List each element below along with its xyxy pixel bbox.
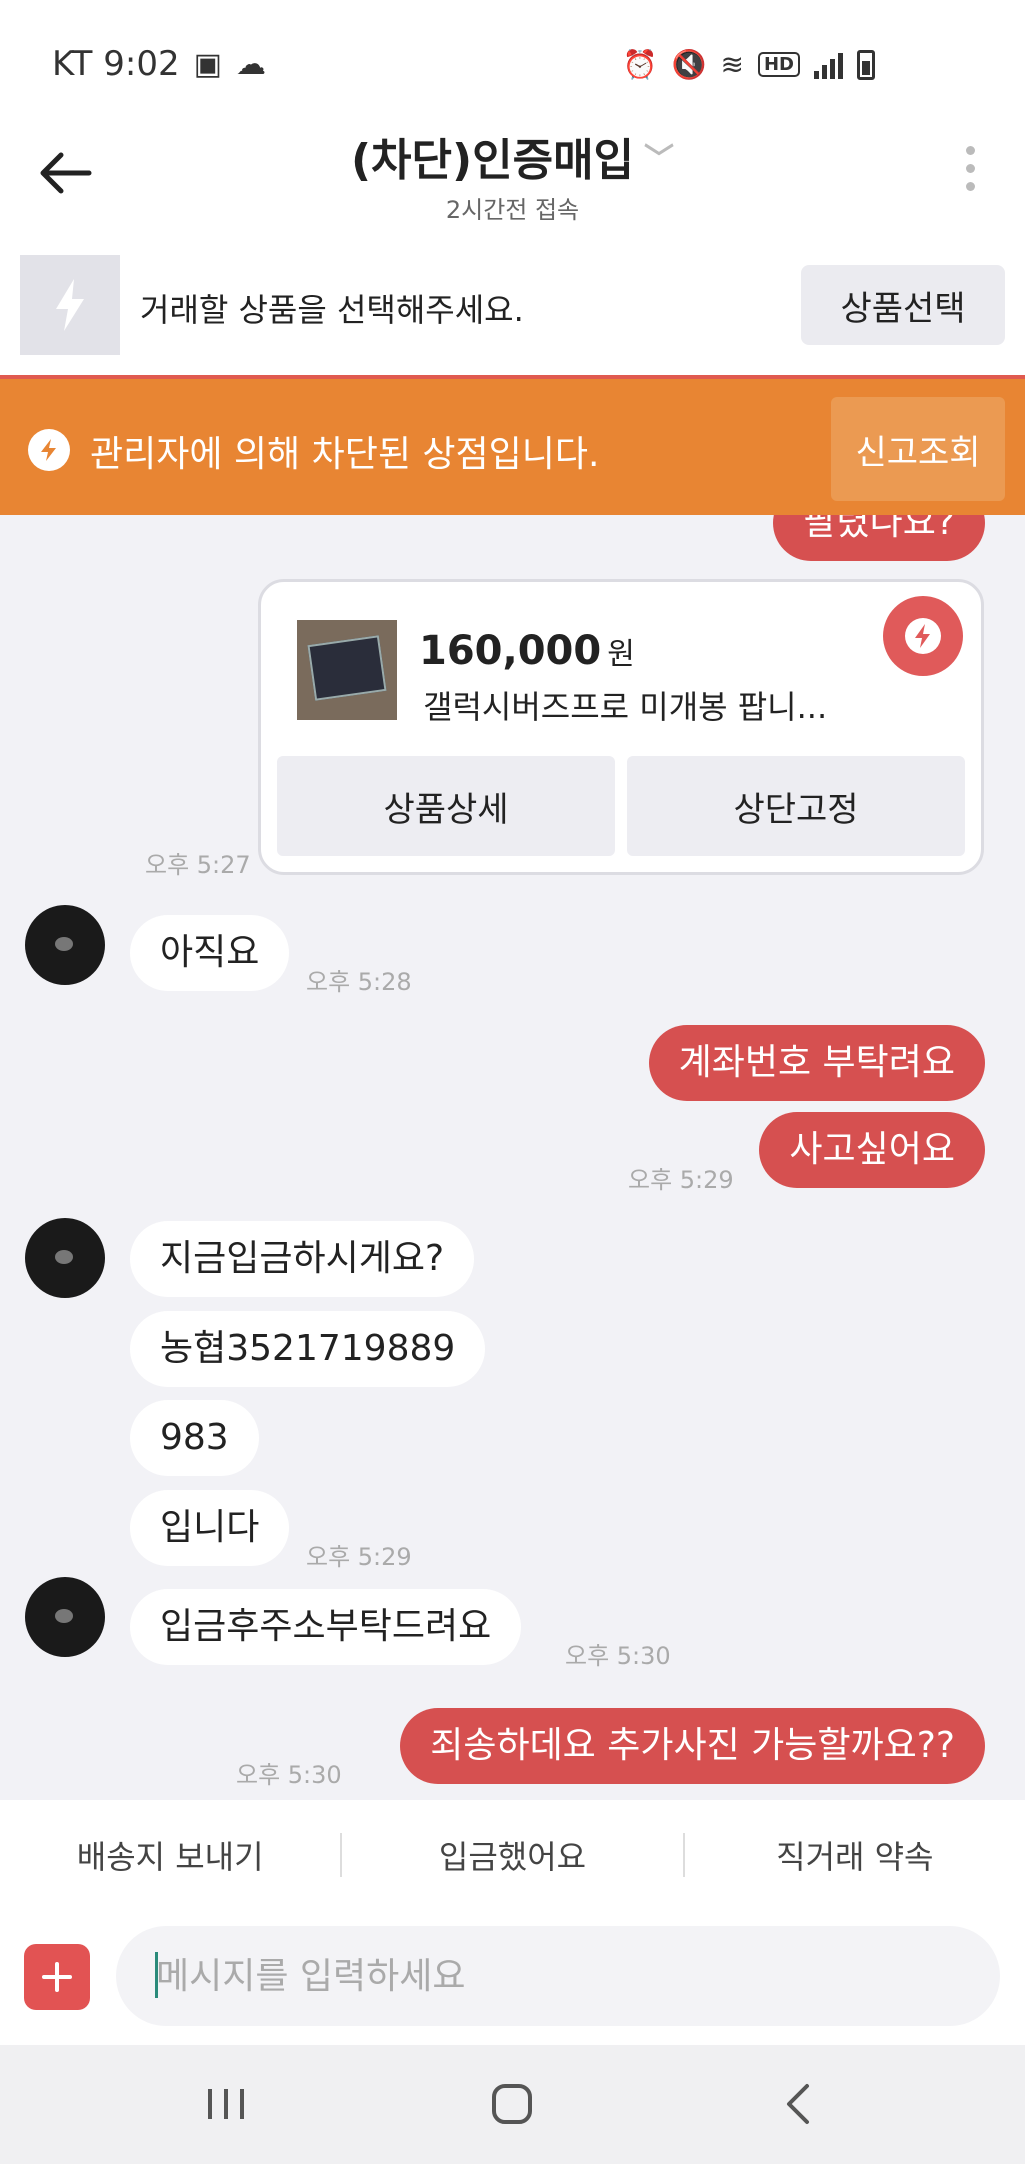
warning-bolt-icon [28, 429, 70, 471]
message-bubble: 사고싶어요 [759, 1112, 985, 1188]
battery-icon [857, 49, 875, 80]
select-product-button[interactable]: 상품선택 [801, 265, 1005, 345]
message-bubble: 아직요 [130, 915, 290, 991]
quick-meetup-button[interactable]: 직거래 약속 [685, 1832, 1025, 1878]
shop-title-dropdown[interactable]: (차단)인증매입 ﹀ [351, 124, 674, 188]
product-thumbnail [297, 620, 397, 720]
gallery-icon: ▣ [193, 46, 222, 82]
message-time: 오후 5:30 [565, 1642, 671, 1670]
chat-messages[interactable]: 팔렸나요? 160,000 원 갤럭시버즈프로 미개봉 팝니... 상품상세 상단… [0, 515, 1025, 1800]
message-composer [0, 1910, 1025, 2045]
wifi-icon: ≋ [720, 48, 744, 81]
alarm-icon: ⏰ [622, 48, 658, 81]
message-bubble: 계좌번호 부탁려요 [648, 1025, 985, 1101]
message-input[interactable] [116, 1926, 1000, 2026]
message-bubble: 지금입금하시게요? [130, 1221, 475, 1297]
plus-icon [42, 1962, 72, 1992]
message-time: 오후 5:28 [306, 968, 412, 996]
recent-apps-button[interactable] [176, 2069, 276, 2139]
quick-send-address-button[interactable]: 배송지 보내기 [0, 1832, 340, 1878]
nav-back-icon [787, 2084, 809, 2124]
message-bubble: 입니다 [130, 1490, 290, 1566]
avatar[interactable] [25, 1577, 105, 1657]
message-bubble: 농협3521719889 [130, 1311, 486, 1387]
text-caret [155, 1952, 158, 1998]
quick-reply-bar: 배송지 보내기 입금했어요 직거래 약속 [0, 1800, 1025, 1910]
report-history-button[interactable]: 신고조회 [831, 397, 1005, 501]
avatar[interactable] [25, 905, 105, 985]
message-bubble: 983 [130, 1400, 259, 1476]
recent-apps-icon [208, 2089, 244, 2119]
page-title: (차단)인증매입 [350, 135, 635, 186]
nav-back-button[interactable] [748, 2069, 848, 2139]
product-prompt: 거래할 상품을 선택해주세요. [140, 291, 524, 329]
message-time: 오후 5:27 [145, 851, 251, 879]
bolt-icon [56, 279, 84, 331]
message-bubble: 입금후주소부탁드려요 [130, 1589, 522, 1665]
chat-header: (차단)인증매입 ﹀ 2시간전 접속 [0, 110, 1025, 245]
last-seen-status: 2시간전 접속 [445, 196, 580, 224]
message-bubble: 죄송하데요 추가사진 가능할까요?? [400, 1708, 985, 1784]
message-time: 오후 5:29 [628, 1166, 734, 1194]
carrier-time: KT 9:02 [52, 44, 180, 84]
status-bar: KT 9:02 ▣ ☁ ⏰ 🔇 ≋ HD [0, 0, 1025, 110]
message-time: 오후 5:30 [236, 1761, 342, 1789]
cloud-icon: ☁ [235, 46, 266, 82]
product-card[interactable]: 160,000 원 갤럭시버즈프로 미개봉 팝니... 상품상세 상단고정 [258, 579, 984, 875]
home-button[interactable] [462, 2069, 562, 2139]
system-nav-bar [0, 2045, 1025, 2164]
pin-top-button[interactable]: 상단고정 [627, 756, 965, 856]
mute-icon: 🔇 [671, 48, 707, 81]
blocked-shop-banner: 관리자에 의해 차단된 상점입니다. 신고조회 [0, 375, 1025, 515]
product-price: 160,000 [419, 628, 602, 674]
message-bubble-partial: 팔렸나요? [773, 515, 985, 561]
quick-paid-button[interactable]: 입금했어요 [342, 1832, 682, 1878]
more-vert-icon [966, 146, 975, 155]
hd-badge: HD [757, 52, 800, 77]
chevron-down-icon: ﹀ [644, 142, 675, 177]
quick-pay-badge-icon [883, 596, 963, 676]
product-name: 갤럭시버즈프로 미개봉 팝니... [423, 688, 828, 726]
attach-button[interactable] [24, 1944, 90, 2010]
message-time: 오후 5:29 [306, 1543, 412, 1571]
avatar[interactable] [25, 1218, 105, 1298]
product-detail-button[interactable]: 상품상세 [277, 756, 615, 856]
blocked-message: 관리자에 의해 차단된 상점입니다. [90, 434, 600, 475]
signal-icon [814, 51, 843, 79]
more-options-button[interactable] [966, 146, 975, 191]
product-placeholder [20, 255, 120, 355]
product-select-bar: 거래할 상품을 선택해주세요. 상품선택 [0, 245, 1025, 375]
home-icon [492, 2084, 532, 2124]
currency-label: 원 [607, 637, 635, 672]
